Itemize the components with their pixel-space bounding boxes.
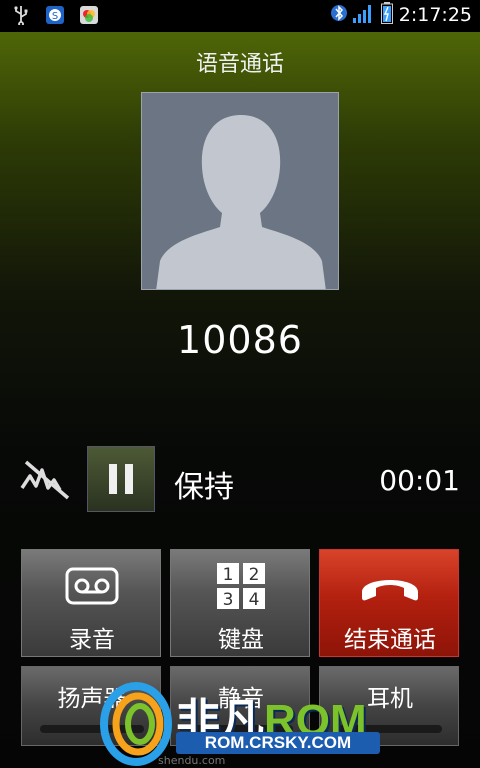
end-call-label: 结束通话 — [344, 627, 436, 653]
svg-text:4: 4 — [249, 590, 260, 610]
keypad-icon: 1 2 3 4 — [217, 563, 265, 610]
signal-icon — [352, 3, 375, 27]
svg-text:3: 3 — [223, 590, 234, 610]
clock: 2:17:25 — [398, 4, 472, 26]
keypad-label: 键盘 — [218, 627, 264, 653]
mic-mute-icon[interactable] — [18, 458, 74, 502]
status-bar: S 2:17:25 — [0, 0, 480, 32]
call-screen: 语音通话 10086 保持 00:01 录音 1 2 3 4 键盘 结束通话 扬… — [0, 32, 480, 768]
svg-text:1: 1 — [223, 565, 234, 585]
bluetooth-icon — [330, 3, 347, 27]
phone-number: 10086 — [177, 318, 303, 362]
cassette-icon — [65, 567, 119, 605]
hold-row: 保持 00:01 — [0, 446, 480, 514]
svg-text:S: S — [52, 11, 58, 22]
pause-icon — [109, 464, 133, 494]
hang-up-icon — [362, 580, 418, 601]
hold-label: 保持 — [174, 470, 234, 505]
app-s-icon: S — [44, 4, 66, 26]
keypad-button[interactable]: 1 2 3 4 键盘 — [170, 549, 310, 657]
end-call-button[interactable]: 结束通话 — [319, 549, 459, 657]
app-color-icon — [78, 4, 100, 26]
hold-button[interactable] — [87, 446, 155, 512]
record-button[interactable]: 录音 — [21, 549, 161, 657]
watermark: 非凡ROM ROM.CRSKY.COM shendu.com — [98, 676, 388, 768]
call-type-title: 语音通话 — [195, 52, 284, 77]
call-timer: 00:01 — [379, 464, 460, 497]
record-label: 录音 — [69, 627, 115, 653]
usb-icon — [10, 4, 32, 26]
watermark-small: shendu.com — [158, 754, 226, 767]
svg-text:2: 2 — [249, 565, 260, 585]
contact-photo — [141, 92, 339, 290]
battery-icon — [380, 2, 393, 28]
watermark-url: ROM.CRSKY.COM — [176, 732, 380, 754]
person-silhouette-icon — [142, 93, 338, 289]
